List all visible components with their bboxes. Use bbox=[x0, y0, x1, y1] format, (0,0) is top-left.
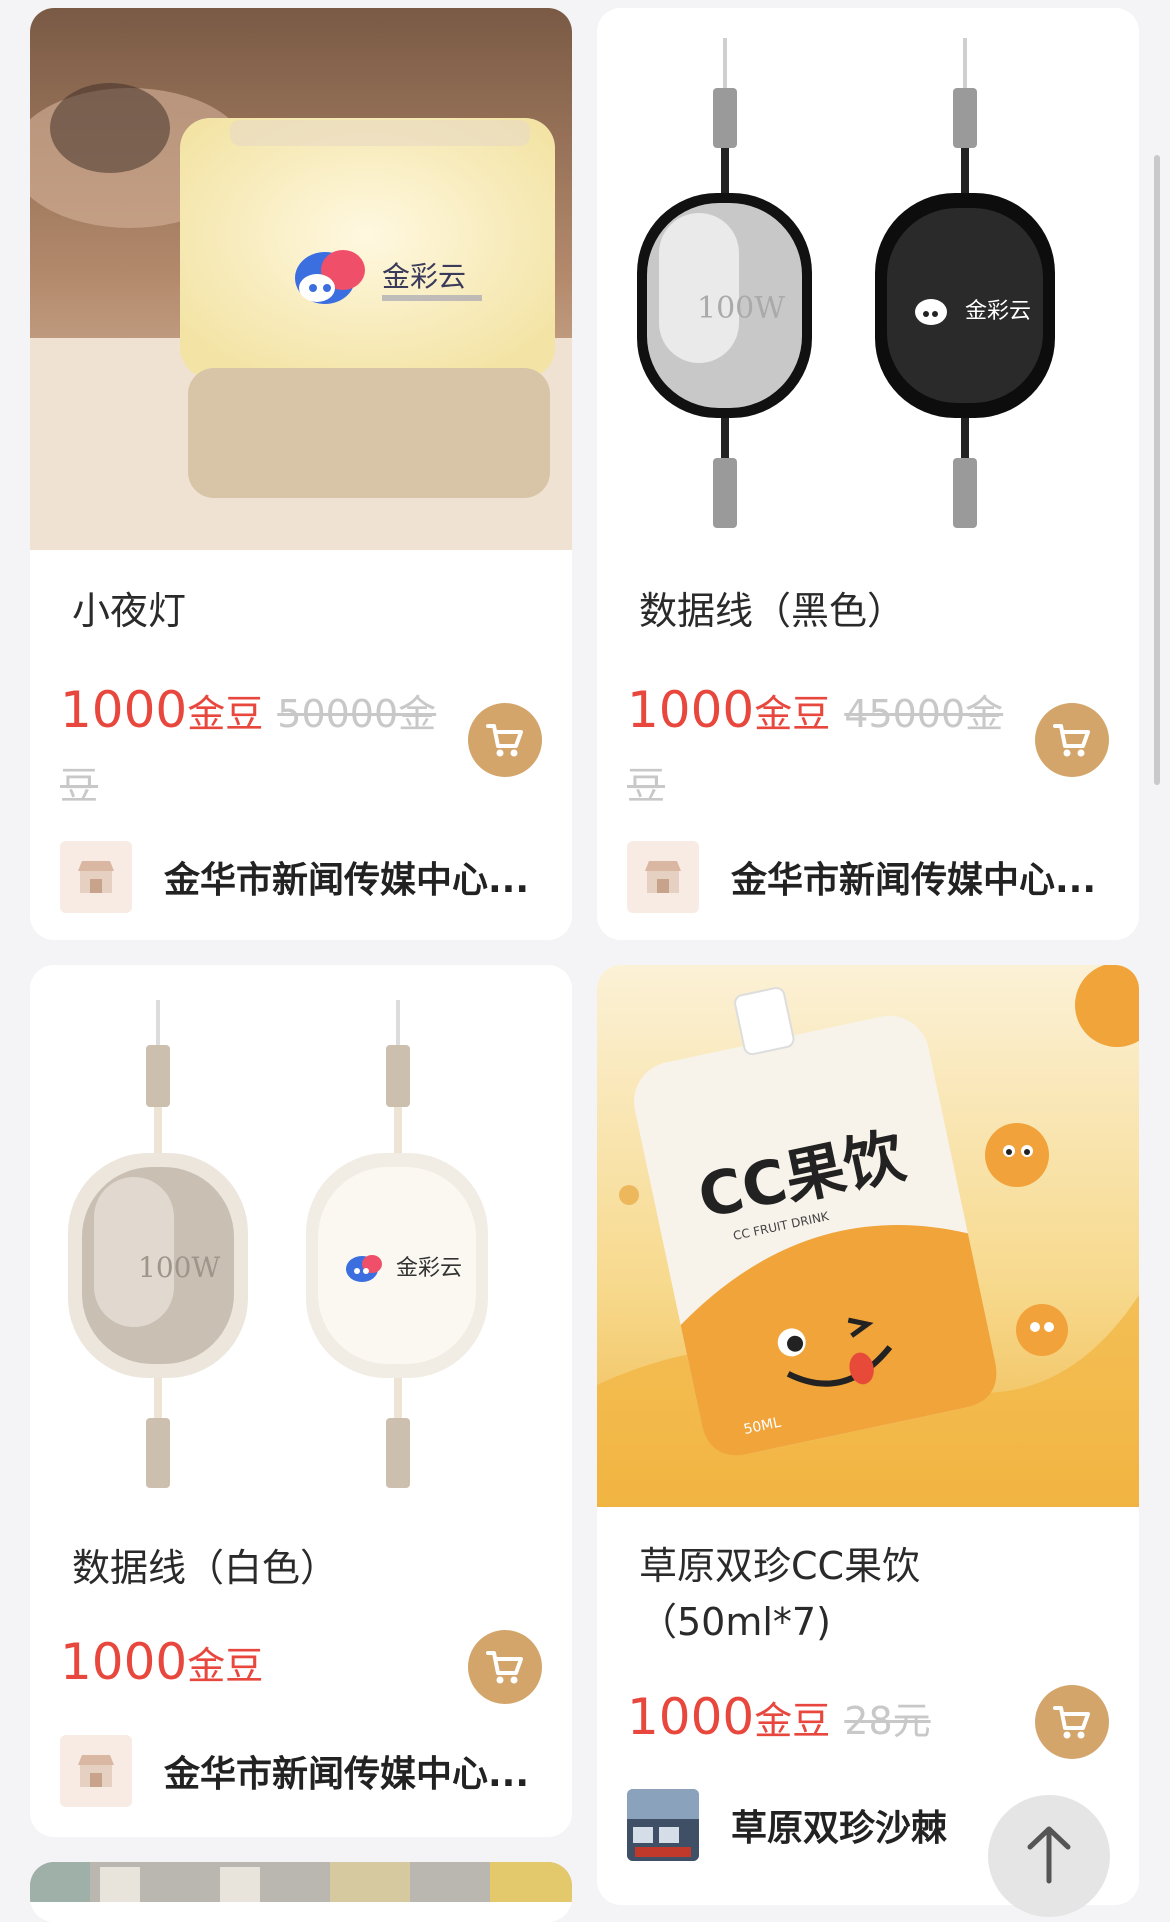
brand-logo-text: 金彩云 bbox=[965, 299, 1031, 324]
shopping-cart-icon bbox=[486, 724, 523, 757]
product-image-partial bbox=[30, 1862, 572, 1902]
price-line: 1000金豆 45000金豆 bbox=[627, 678, 1017, 826]
add-to-cart-button[interactable] bbox=[1035, 1685, 1109, 1759]
price-unit: 金豆 bbox=[754, 1699, 831, 1743]
brand-logo-text: 金彩云 bbox=[396, 1256, 462, 1281]
product-image-cable-white[interactable]: 100W 金彩云 bbox=[30, 965, 572, 1507]
product-image-cable-black[interactable]: 100W 金彩云 bbox=[597, 8, 1139, 550]
shopping-cart-icon bbox=[1053, 724, 1090, 757]
arrow-up-icon bbox=[1027, 1826, 1071, 1884]
shop-row[interactable]: 金华市新闻传媒中心... bbox=[627, 840, 1109, 914]
shop-name: 金华市新闻传媒中心... bbox=[164, 860, 530, 901]
price-line: 1000金豆 50000金豆 bbox=[60, 678, 450, 826]
scrollbar[interactable] bbox=[1154, 155, 1160, 785]
product-title: 草原双珍CC果饮（50ml*7) bbox=[639, 1544, 921, 1644]
cable-label: 100W bbox=[697, 291, 785, 326]
storefront-icon bbox=[627, 841, 699, 913]
price-line: 1000金豆 28元 bbox=[627, 1685, 1017, 1761]
product-card[interactable]: 100W 金彩云 数据线（白色） 1000金豆 金华市新闻传媒中心... bbox=[30, 965, 572, 1837]
price-unit: 金豆 bbox=[754, 692, 831, 736]
price-unit: 金豆 bbox=[187, 692, 264, 736]
product-image-night-light[interactable]: 金彩云 bbox=[30, 8, 572, 550]
product-image-cc-drink[interactable]: CC果饮 CC FRUIT DRINK 50ML bbox=[597, 965, 1139, 1507]
product-card[interactable]: CC果饮 CC FRUIT DRINK 50ML 草原双珍CC果饮（50ml*7… bbox=[597, 965, 1139, 1905]
product-card-partial[interactable] bbox=[30, 1862, 572, 1922]
add-to-cart-button[interactable] bbox=[1035, 703, 1109, 777]
cable-label: 100W bbox=[138, 1251, 220, 1284]
shop-photo bbox=[627, 1789, 699, 1861]
price-value: 1000 bbox=[627, 681, 755, 739]
price-unit: 金豆 bbox=[187, 1644, 264, 1688]
shop-row[interactable]: 金华市新闻传媒中心... bbox=[60, 840, 542, 914]
storefront-icon bbox=[60, 1735, 132, 1807]
original-price: 28元 bbox=[844, 1699, 931, 1743]
storefront-icon bbox=[60, 841, 132, 913]
add-to-cart-button[interactable] bbox=[468, 1630, 542, 1704]
product-card[interactable]: 100W 金彩云 数据线（黑色） 1000金豆 45000金豆 金华市新闻传媒中… bbox=[597, 8, 1139, 940]
price-value: 1000 bbox=[60, 681, 188, 739]
shop-name: 草原双珍沙棘 bbox=[731, 1808, 948, 1849]
shop-name: 金华市新闻传媒中心... bbox=[164, 1754, 530, 1795]
shop-row[interactable]: 金华市新闻传媒中心... bbox=[60, 1734, 542, 1808]
shopping-cart-icon bbox=[1053, 1706, 1090, 1739]
price-line: 1000金豆 bbox=[60, 1630, 450, 1706]
price-value: 1000 bbox=[60, 1633, 188, 1691]
product-title: 数据线（黑色） bbox=[639, 589, 906, 633]
product-title: 数据线（白色） bbox=[72, 1546, 339, 1590]
price-value: 1000 bbox=[627, 1688, 755, 1746]
shop-name: 金华市新闻传媒中心... bbox=[731, 860, 1097, 901]
brand-logo-text: 金彩云 bbox=[382, 260, 466, 293]
add-to-cart-button[interactable] bbox=[468, 703, 542, 777]
product-title: 小夜灯 bbox=[72, 589, 187, 633]
back-to-top-button[interactable] bbox=[988, 1795, 1110, 1917]
shopping-cart-icon bbox=[486, 1651, 523, 1684]
product-card[interactable]: 金彩云 小夜灯 1000金豆 50000金豆 金华市新闻传媒中心... bbox=[30, 8, 572, 940]
